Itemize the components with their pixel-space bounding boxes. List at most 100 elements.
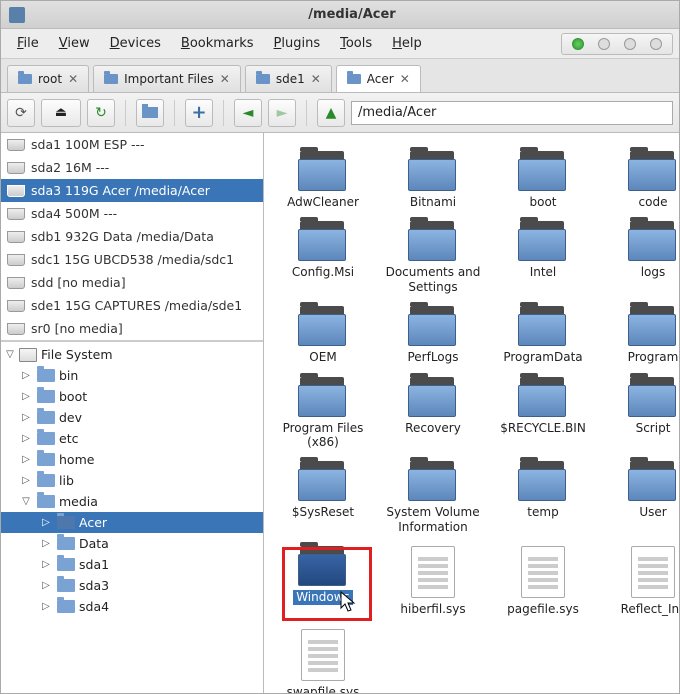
tab-label: Acer bbox=[367, 72, 394, 86]
close-icon[interactable]: ✕ bbox=[220, 72, 230, 86]
menu-bookmarks[interactable]: Bookmarks bbox=[171, 32, 264, 55]
menu-plugins[interactable]: Plugins bbox=[264, 32, 331, 55]
menu-view[interactable]: View bbox=[49, 32, 100, 55]
expand-icon[interactable]: ▷ bbox=[41, 601, 51, 612]
menu-file[interactable]: File bbox=[7, 32, 49, 55]
file-item-programdata[interactable]: ProgramData bbox=[488, 300, 598, 368]
menu-tools[interactable]: Tools bbox=[330, 32, 382, 55]
menubar: File View Devices Bookmarks Plugins Tool… bbox=[1, 29, 679, 59]
expand-icon[interactable]: ▷ bbox=[41, 517, 51, 528]
tree-item-home[interactable]: ▷home bbox=[1, 449, 263, 470]
file-item-adwcleaner[interactable]: AdwCleaner bbox=[268, 145, 378, 213]
home-button[interactable] bbox=[136, 99, 164, 127]
file-item--sysreset[interactable]: $SysReset bbox=[268, 455, 378, 538]
device-row[interactable]: sdd [no media] bbox=[1, 271, 263, 294]
device-row[interactable]: sdb1 932G Data /media/Data bbox=[1, 225, 263, 248]
device-row[interactable]: sda4 500M --- bbox=[1, 202, 263, 225]
tab-sde1[interactable]: sde1✕ bbox=[245, 65, 332, 92]
expand-icon[interactable]: ▽ bbox=[21, 496, 31, 507]
tree-item-sda1[interactable]: ▷sda1 bbox=[1, 554, 263, 575]
folder-icon bbox=[626, 221, 679, 261]
expand-icon[interactable]: ▷ bbox=[41, 559, 51, 570]
close-icon[interactable]: ✕ bbox=[311, 72, 321, 86]
file-item-bitnami[interactable]: Bitnami bbox=[378, 145, 488, 213]
file-label: User bbox=[639, 505, 666, 519]
tree-item-etc[interactable]: ▷etc bbox=[1, 428, 263, 449]
file-view[interactable]: AdwCleaner Bitnamibootcode Config.MsiDocum… bbox=[264, 133, 679, 693]
file-item-temp[interactable]: temp bbox=[488, 455, 598, 538]
device-row[interactable]: sda2 16M --- bbox=[1, 156, 263, 179]
tree-item-boot[interactable]: ▷boot bbox=[1, 386, 263, 407]
file-item-program[interactable]: Program bbox=[598, 300, 679, 368]
file-item--recycle-bin[interactable]: $RECYCLE.BIN bbox=[488, 371, 598, 454]
device-label: sdd [no media] bbox=[31, 275, 126, 290]
file-item-windows[interactable]: Windows bbox=[268, 540, 378, 620]
file-label: PerfLogs bbox=[407, 350, 458, 364]
expand-icon[interactable]: ▽ bbox=[5, 349, 15, 360]
folder-tree[interactable]: ▽File System▷bin▷boot▷dev▷etc▷home▷lib▽m… bbox=[1, 341, 263, 693]
menu-devices[interactable]: Devices bbox=[100, 32, 171, 55]
file-item-perflogs[interactable]: PerfLogs bbox=[378, 300, 488, 368]
tree-item-sda3[interactable]: ▷sda3 bbox=[1, 575, 263, 596]
folder-icon bbox=[296, 461, 350, 501]
window-title: /media/Acer bbox=[33, 7, 671, 22]
file-label: AdwCleaner bbox=[287, 195, 359, 209]
expand-icon[interactable]: ▷ bbox=[21, 391, 31, 402]
expand-icon[interactable]: ▷ bbox=[41, 538, 51, 549]
device-row[interactable]: sde1 15G CAPTURES /media/sde1 bbox=[1, 294, 263, 317]
device-row[interactable]: sda3 119G Acer /media/Acer bbox=[1, 179, 263, 202]
file-item-script[interactable]: Script bbox=[598, 371, 679, 454]
file-label: $RECYCLE.BIN bbox=[500, 421, 586, 435]
expand-icon[interactable]: ▷ bbox=[41, 580, 51, 591]
tab-important-files[interactable]: Important Files✕ bbox=[93, 65, 241, 92]
up-button[interactable]: ▲ bbox=[317, 99, 345, 127]
expand-icon[interactable]: ▷ bbox=[21, 433, 31, 444]
menu-help[interactable]: Help bbox=[382, 32, 432, 55]
tree-item-lib[interactable]: ▷lib bbox=[1, 470, 263, 491]
file-item-boot[interactable]: boot bbox=[488, 145, 598, 213]
tree-label: Acer bbox=[79, 515, 107, 530]
tree-item-data[interactable]: ▷Data bbox=[1, 533, 263, 554]
file-item-intel[interactable]: Intel bbox=[488, 215, 598, 298]
close-icon[interactable]: ✕ bbox=[68, 72, 78, 86]
tree-item-sda4[interactable]: ▷sda4 bbox=[1, 596, 263, 617]
file-item-recovery[interactable]: Recovery bbox=[378, 371, 488, 454]
file-item-oem[interactable]: OEM bbox=[268, 300, 378, 368]
file-item-system-volume-information[interactable]: System Volume Information bbox=[378, 455, 488, 538]
file-item-swapfile-sys[interactable]: swapfile.sys bbox=[268, 623, 378, 693]
refresh-button[interactable]: ⟳ bbox=[7, 99, 35, 127]
file-item-program-files-x86-[interactable]: Program Files (x86) bbox=[268, 371, 378, 454]
expand-icon[interactable]: ▷ bbox=[21, 475, 31, 486]
file-item-config-msi[interactable]: Config.Msi bbox=[268, 215, 378, 298]
device-row[interactable]: sdc1 15G UBCD538 /media/sdc1 bbox=[1, 248, 263, 271]
folder-icon bbox=[516, 221, 570, 261]
tree-item-media[interactable]: ▽media bbox=[1, 491, 263, 512]
file-item-logs[interactable]: logs bbox=[598, 215, 679, 298]
folder-icon bbox=[516, 306, 570, 346]
tab-acer[interactable]: Acer ✕ bbox=[336, 65, 421, 92]
expand-icon[interactable]: ▷ bbox=[21, 370, 31, 381]
file-item-hiberfil-sys[interactable]: hiberfil.sys bbox=[378, 540, 488, 620]
expand-icon[interactable]: ▷ bbox=[21, 454, 31, 465]
tab-root[interactable]: root✕ bbox=[7, 65, 89, 92]
eject-button[interactable]: ⏏ bbox=[41, 99, 81, 127]
device-row[interactable]: sr0 [no media] bbox=[1, 317, 263, 340]
back-button[interactable]: ◄ bbox=[234, 99, 262, 127]
file-item-documents-and-settings[interactable]: Documents and Settings bbox=[378, 215, 488, 298]
address-bar[interactable]: /media/Acer bbox=[351, 101, 673, 125]
new-tab-button[interactable]: ↻ bbox=[87, 99, 115, 127]
tree-item-bin[interactable]: ▷bin bbox=[1, 365, 263, 386]
tree-item-dev[interactable]: ▷dev bbox=[1, 407, 263, 428]
tree-item-acer[interactable]: ▷ Acer bbox=[1, 512, 263, 533]
device-row[interactable]: sda1 100M ESP --- bbox=[1, 133, 263, 156]
expand-icon[interactable]: ▷ bbox=[21, 412, 31, 423]
device-label: sda1 100M ESP --- bbox=[31, 137, 145, 152]
file-item-user[interactable]: User bbox=[598, 455, 679, 538]
file-item-code[interactable]: code bbox=[598, 145, 679, 213]
file-item-pagefile-sys[interactable]: pagefile.sys bbox=[488, 540, 598, 620]
forward-button[interactable]: ► bbox=[268, 99, 296, 127]
tree-item-file-system[interactable]: ▽File System bbox=[1, 344, 263, 365]
bookmark-add-button[interactable]: + bbox=[185, 99, 213, 127]
close-icon[interactable]: ✕ bbox=[400, 72, 410, 86]
file-item-reflect-ins[interactable]: Reflect_Ins bbox=[598, 540, 679, 620]
